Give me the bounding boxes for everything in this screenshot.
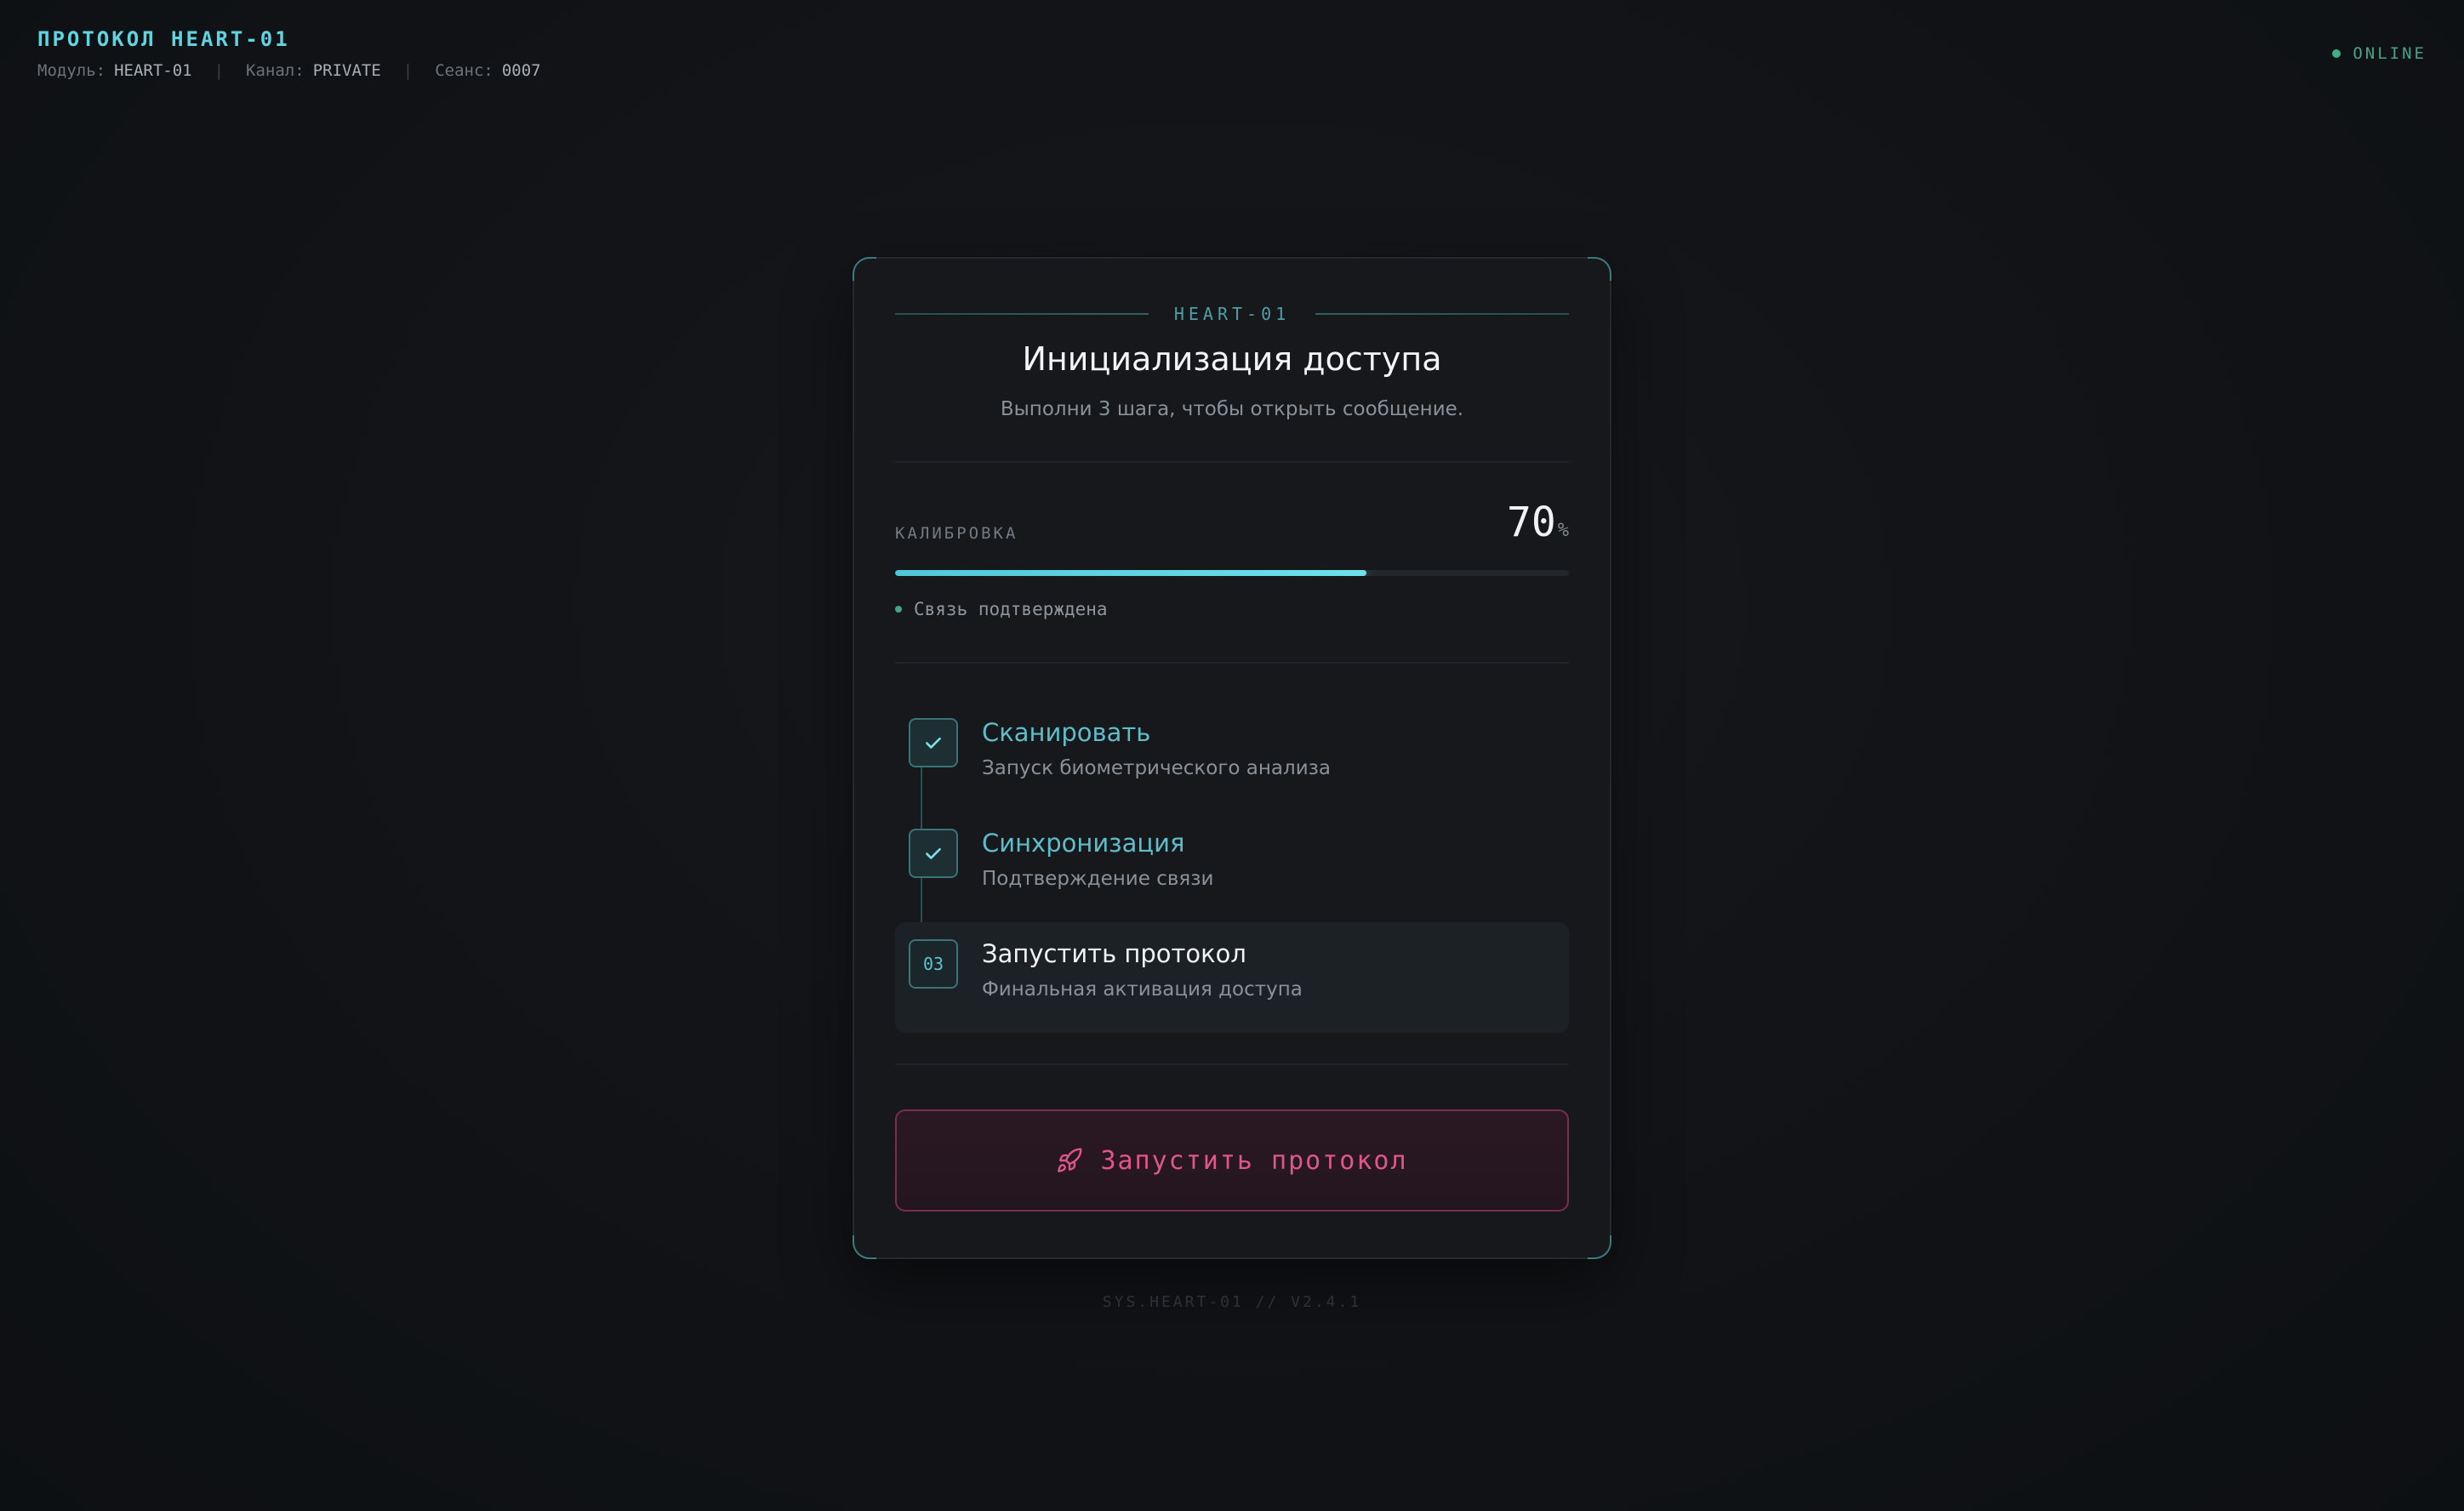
- card-eyebrow: HEART-01: [895, 301, 1570, 327]
- corner-accent: [1588, 257, 1611, 281]
- step-scan[interactable]: Сканировать Запуск биометрического анали…: [895, 701, 1569, 812]
- divider: [895, 461, 1569, 463]
- app-title: ПРОТОКОЛ HEART-01: [37, 27, 290, 51]
- meta-session-label: Сеанс:: [435, 61, 493, 80]
- card-subtitle: Выполни 3 шага, чтобы открыть сообщение.: [1000, 398, 1464, 420]
- meta-session-value: 0007: [501, 61, 541, 80]
- eyebrow-line: [1315, 313, 1570, 315]
- calibration-value: 70 %: [1507, 499, 1569, 546]
- meta-channel-label: Канал:: [246, 61, 305, 80]
- divider: [895, 662, 1569, 664]
- check-icon: [926, 847, 941, 859]
- progress-fill: [895, 570, 1367, 576]
- online-status: ONLINE: [2332, 44, 2427, 63]
- status-label: ONLINE: [2353, 44, 2427, 63]
- status-dot-icon: [895, 606, 902, 613]
- step-description: Финальная активация доступа: [982, 978, 1303, 1001]
- connection-note: Связь подтверждена: [895, 599, 1108, 619]
- launch-protocol-button[interactable]: Запустить протокол: [895, 1109, 1569, 1212]
- divider: [895, 1063, 1569, 1065]
- corner-accent: [853, 1235, 876, 1259]
- rocket-icon: [1058, 1148, 1082, 1172]
- connection-note-text: Связь подтверждена: [914, 599, 1108, 619]
- meta-separator: |: [214, 61, 225, 80]
- session-meta: Модуль: HEART-01 | Канал: PRIVATE | Сеан…: [37, 61, 541, 80]
- status-dot-icon: [2332, 49, 2341, 58]
- meta-module-label: Модуль:: [37, 61, 106, 80]
- step-title: Синхронизация: [982, 829, 1185, 858]
- step-description: Подтверждение связи: [982, 868, 1214, 890]
- steps-list: Сканировать Запуск биометрического анали…: [895, 701, 1569, 1058]
- corner-accent: [1588, 1235, 1611, 1259]
- version-footer: SYS.HEART-01 // V2.4.1: [1102, 1293, 1362, 1311]
- calibration-progress-bar: [895, 570, 1569, 576]
- meta-separator: |: [402, 61, 414, 80]
- meta-module-value: HEART-01: [114, 61, 192, 80]
- step-index: 03: [922, 954, 944, 974]
- step-launch[interactable]: 03 Запустить протокол Финальная активаци…: [895, 922, 1569, 1033]
- step-index-box: 03: [909, 939, 958, 989]
- calibration-label: КАЛИБРОВКА: [895, 524, 1018, 543]
- step-check-box: [909, 718, 958, 767]
- card-title: Инициализация доступа: [1022, 340, 1442, 378]
- step-check-box: [909, 829, 958, 878]
- step-description: Запуск биометрического анализа: [982, 757, 1332, 779]
- calibration-unit: %: [1557, 520, 1569, 541]
- calibration-number: 70: [1506, 499, 1556, 546]
- corner-accent: [853, 257, 876, 281]
- eyebrow-line: [895, 313, 1149, 315]
- access-card: HEART-01 Инициализация доступа Выполни 3…: [853, 257, 1611, 1259]
- meta-channel-value: PRIVATE: [312, 61, 381, 80]
- launch-button-label: Запустить протокол: [1100, 1145, 1408, 1176]
- step-title: Сканировать: [982, 718, 1151, 747]
- step-title: Запустить протокол: [982, 939, 1246, 968]
- eyebrow-text: HEART-01: [1173, 304, 1291, 324]
- step-sync[interactable]: Синхронизация Подтверждение связи: [895, 812, 1569, 922]
- check-icon: [926, 737, 941, 749]
